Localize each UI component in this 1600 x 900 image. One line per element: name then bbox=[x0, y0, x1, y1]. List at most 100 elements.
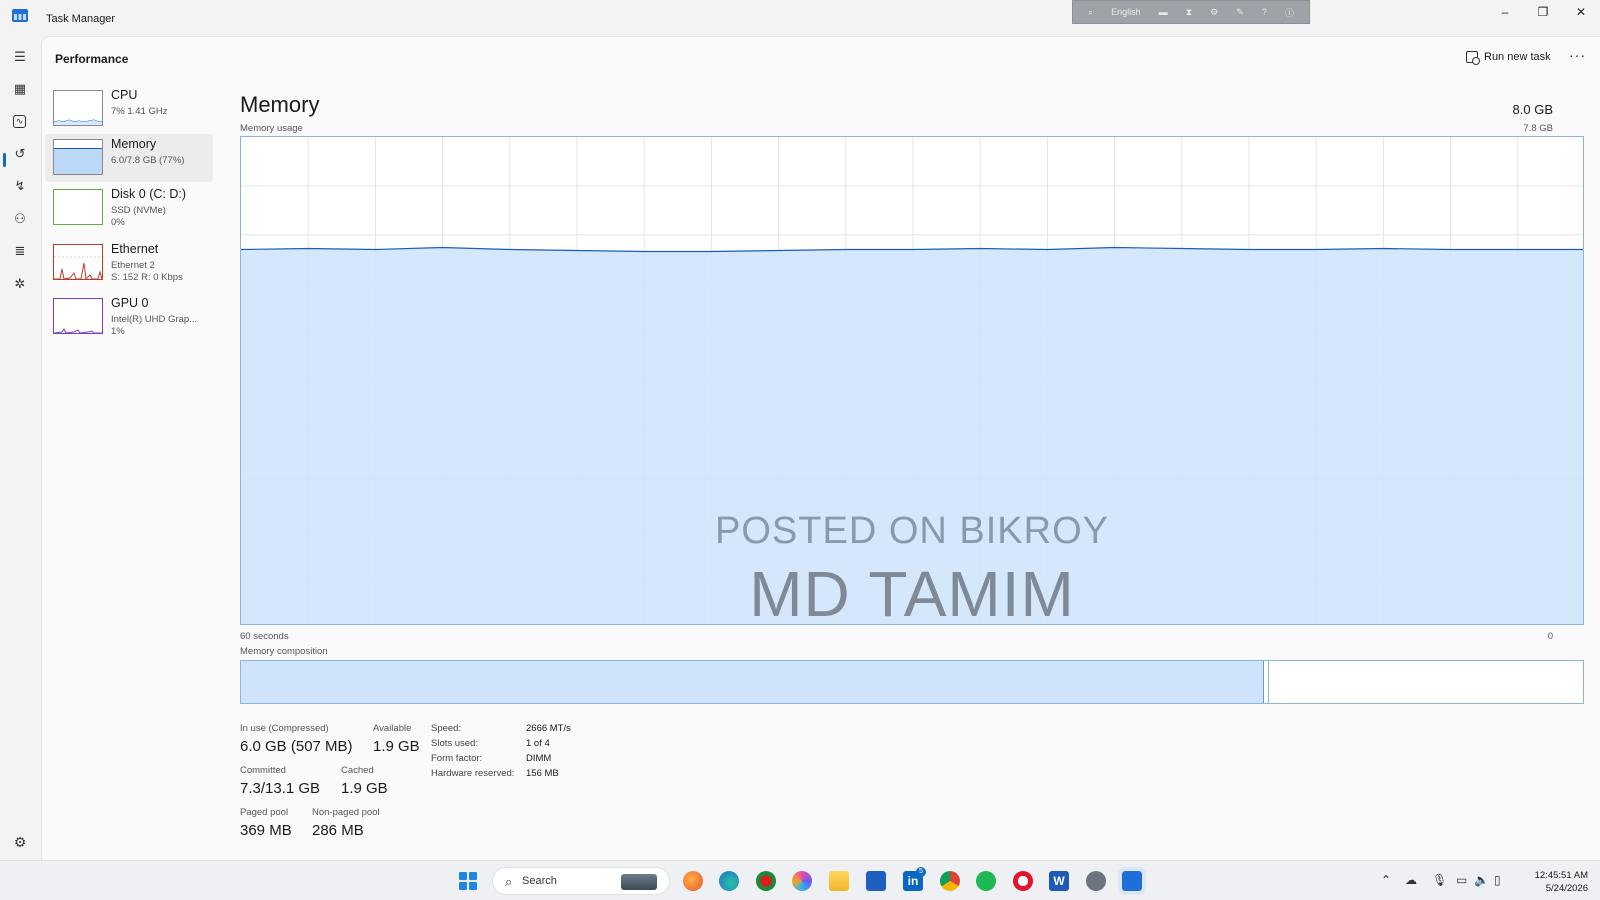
processes-icon[interactable]: ▦ bbox=[11, 80, 29, 98]
prop-form-factor-value: DIMM bbox=[526, 753, 552, 764]
stat-label: Cached bbox=[341, 765, 374, 776]
edge-icon[interactable] bbox=[719, 871, 739, 891]
device-gpu[interactable]: GPU 0 Intel(R) UHD Grap... 1% bbox=[45, 293, 213, 341]
stat-label: Available bbox=[373, 723, 412, 734]
run-new-task-button[interactable]: Run new task bbox=[1466, 51, 1551, 65]
memory-usage-graph: POSTED ON BIKROY MD TAMIM bbox=[240, 136, 1584, 625]
stat-cached: Cached 1.9 GB bbox=[341, 765, 388, 797]
settings-app-icon[interactable] bbox=[1086, 871, 1106, 891]
language-label[interactable]: English bbox=[1111, 7, 1141, 17]
device-memory[interactable]: Memory 6.0/7.8 GB (77%) bbox=[45, 134, 213, 182]
navigation-rail: ☰ ▦ ∿ ↺ ↯ ⚇ ≣ ✲ bbox=[0, 36, 41, 860]
task-manager-icon bbox=[12, 9, 28, 22]
page-title: Performance bbox=[55, 52, 129, 66]
graph-axis-right: 0 bbox=[1547, 631, 1553, 642]
device-name: GPU 0 bbox=[111, 296, 149, 310]
performance-icon[interactable]: ∿ bbox=[13, 115, 26, 128]
composition-in-use bbox=[241, 661, 1264, 703]
composition-standby bbox=[1267, 661, 1583, 703]
memory-thumbnail-fill bbox=[54, 147, 102, 174]
watermark-line-1: POSTED ON BIKROY bbox=[715, 510, 1109, 552]
memory-usage-label: Memory usage bbox=[240, 123, 303, 134]
details-icon[interactable]: ≣ bbox=[11, 242, 29, 260]
device-detail: Ethernet 2 bbox=[111, 260, 155, 271]
volume-icon[interactable]: 🔈 bbox=[1474, 873, 1489, 887]
spotify-icon[interactable] bbox=[976, 871, 996, 891]
device-cpu[interactable]: CPU 7% 1.41 GHz bbox=[45, 85, 213, 133]
active-indicator bbox=[3, 153, 6, 167]
device-detail-2: 0% bbox=[111, 217, 125, 228]
taskbar-search[interactable]: ⌕ Search bbox=[492, 867, 670, 895]
stat-available: Available 1.9 GB bbox=[373, 723, 420, 755]
start-button[interactable] bbox=[459, 872, 477, 890]
device-name: Disk 0 (C: D:) bbox=[111, 187, 186, 201]
stat-paged-pool: Paged pool 369 MB bbox=[240, 807, 292, 839]
window-title: Task Manager bbox=[46, 13, 116, 25]
run-task-icon bbox=[1466, 51, 1480, 65]
show-hidden-icons-icon[interactable]: ⌃ bbox=[1381, 873, 1391, 887]
battery-icon[interactable]: ▯ bbox=[1494, 873, 1501, 887]
copilot-icon[interactable] bbox=[792, 871, 812, 891]
restore-button[interactable]: ❐ bbox=[1524, 0, 1562, 24]
device-disk[interactable]: Disk 0 (C: D:) SSD (NVMe) 0% bbox=[45, 184, 213, 232]
prop-form-factor-label: Form factor: bbox=[431, 753, 483, 764]
task-manager-taskbar-icon[interactable] bbox=[1118, 867, 1146, 895]
stat-value: 1.9 GB bbox=[373, 738, 420, 755]
settings-small-icon[interactable]: ⚙ bbox=[1210, 7, 1218, 18]
network-icon[interactable]: ▭ bbox=[1456, 873, 1467, 887]
users-icon[interactable]: ⚇ bbox=[11, 210, 29, 228]
services-icon[interactable]: ✲ bbox=[11, 275, 29, 293]
memory-usage-max: 7.8 GB bbox=[1523, 123, 1553, 134]
microphone-icon[interactable]: 🎙 bbox=[1432, 873, 1447, 887]
app-history-icon[interactable]: ↺ bbox=[11, 145, 29, 163]
firefox-icon[interactable] bbox=[683, 871, 703, 891]
chrome-icon[interactable] bbox=[940, 871, 960, 891]
memory-composition-label: Memory composition bbox=[240, 646, 328, 657]
search-highlight-image bbox=[621, 874, 657, 890]
stat-non-paged-pool: Non-paged pool 286 MB bbox=[312, 807, 380, 839]
red-app-icon[interactable] bbox=[756, 871, 776, 891]
keyboard-icon[interactable]: ▬ bbox=[1159, 7, 1168, 17]
language-bar[interactable]: ⌕ English ▬ ⧗ ⚙ ✎ ? ⓘ bbox=[1072, 0, 1310, 24]
device-ethernet[interactable]: Ethernet Ethernet 2 S: 152 R: 0 Kbps bbox=[45, 239, 213, 287]
pin-icon[interactable]: ⧗ bbox=[1186, 7, 1192, 18]
opera-icon[interactable] bbox=[1013, 871, 1033, 891]
prop-hw-reserved-label: Hardware reserved: bbox=[431, 768, 515, 779]
stat-value: 286 MB bbox=[312, 822, 364, 839]
stat-value: 369 MB bbox=[240, 822, 292, 839]
device-detail-2: S: 152 R: 0 Kbps bbox=[111, 272, 183, 283]
more-options-button[interactable]: ··· bbox=[1569, 47, 1586, 63]
prop-hw-reserved-value: 156 MB bbox=[526, 768, 559, 779]
stat-value: 7.3/13.1 GB bbox=[240, 780, 321, 797]
minimize-button[interactable]: – bbox=[1486, 0, 1524, 24]
prop-slots-value: 1 of 4 bbox=[526, 738, 550, 749]
watermark-line-2: MD TAMIM bbox=[749, 558, 1075, 625]
taskbar: ⌕ Search in 5 W ⌃ ☁ 🎙 ▭ 🔈 ▯ 12:45:51 AM … bbox=[0, 860, 1600, 900]
word-icon[interactable]: W bbox=[1049, 871, 1069, 891]
store-icon[interactable] bbox=[866, 871, 886, 891]
hamburger-menu-icon[interactable]: ☰ bbox=[11, 48, 29, 66]
clock-time: 12:45:51 AM bbox=[1534, 870, 1588, 881]
device-name: CPU bbox=[111, 88, 138, 102]
cpu-thumbnail bbox=[53, 90, 103, 126]
stat-in-use: In use (Compressed) 6.0 GB (507 MB) bbox=[240, 723, 353, 755]
device-name: Memory bbox=[111, 137, 157, 151]
gpu-thumbnail bbox=[53, 298, 103, 334]
stat-label: Paged pool bbox=[240, 807, 289, 818]
info-icon[interactable]: ⓘ bbox=[1285, 6, 1294, 19]
memory-total: 8.0 GB bbox=[1512, 102, 1553, 117]
memory-title: Memory bbox=[240, 92, 320, 117]
disk-thumbnail bbox=[53, 189, 103, 225]
onedrive-icon[interactable]: ☁ bbox=[1405, 873, 1417, 887]
taskbar-clock[interactable]: 12:45:51 AM 5/24/2026 bbox=[1535, 869, 1588, 895]
file-explorer-icon[interactable] bbox=[829, 871, 849, 891]
prop-slots-label: Slots used: bbox=[431, 738, 478, 749]
device-detail: SSD (NVMe) bbox=[111, 205, 166, 216]
startup-apps-icon[interactable]: ↯ bbox=[11, 177, 29, 195]
pen-icon[interactable]: ✎ bbox=[1236, 7, 1244, 18]
title-bar: Task Manager ⌕ English ▬ ⧗ ⚙ ✎ ? ⓘ – ❐ ✕ bbox=[0, 0, 1600, 36]
ime-icon[interactable]: ⌕ bbox=[1088, 7, 1093, 18]
help-icon[interactable]: ? bbox=[1262, 7, 1267, 17]
close-button[interactable]: ✕ bbox=[1562, 0, 1600, 24]
settings-icon[interactable]: ⚙ bbox=[11, 833, 29, 851]
